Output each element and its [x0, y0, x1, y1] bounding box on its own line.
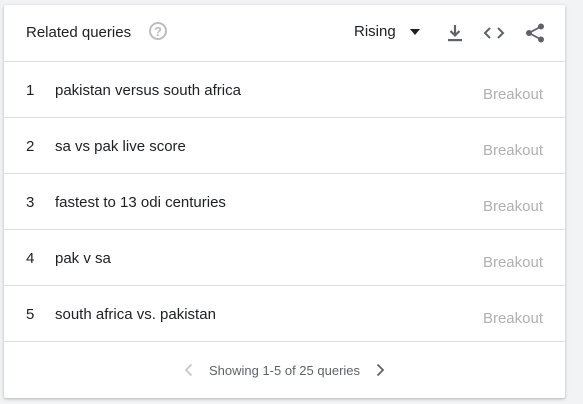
- related-queries-widget: Related queries ? Rising 1 pakistan vers…: [4, 5, 565, 398]
- rank-number: 3: [26, 194, 35, 211]
- trend-value: Breakout: [482, 142, 543, 159]
- trend-value: Breakout: [482, 198, 543, 215]
- query-text[interactable]: pak v sa: [55, 250, 111, 267]
- filter-dropdown-label: Rising: [354, 23, 396, 40]
- pagination: Showing 1-5 of 25 queries: [4, 342, 565, 398]
- widget-header: Related queries ? Rising: [4, 5, 565, 62]
- chevron-right-icon[interactable]: [372, 362, 388, 378]
- rank-number: 4: [26, 250, 35, 267]
- query-list: 1 pakistan versus south africa Breakout …: [4, 62, 565, 342]
- share-icon[interactable]: [524, 22, 546, 44]
- trend-value: Breakout: [482, 310, 543, 327]
- query-text[interactable]: fastest to 13 odi centuries: [55, 194, 226, 211]
- list-item[interactable]: 4 pak v sa Breakout: [4, 230, 565, 286]
- list-item[interactable]: 3 fastest to 13 odi centuries Breakout: [4, 174, 565, 230]
- chevron-left-icon[interactable]: [181, 362, 197, 378]
- download-icon[interactable]: [444, 22, 466, 44]
- trend-value: Breakout: [482, 86, 543, 103]
- rank-number: 1: [26, 82, 35, 99]
- list-item[interactable]: 2 sa vs pak live score Breakout: [4, 118, 565, 174]
- rank-number: 5: [26, 306, 35, 323]
- widget-title: Related queries: [26, 24, 132, 41]
- query-text[interactable]: sa vs pak live score: [55, 138, 186, 155]
- query-text[interactable]: south africa vs. pakistan: [55, 306, 216, 323]
- dropdown-caret-icon: [409, 28, 420, 35]
- embed-code-icon[interactable]: [483, 22, 505, 44]
- query-text[interactable]: pakistan versus south africa: [55, 82, 241, 99]
- pagination-text: Showing 1-5 of 25 queries: [208, 362, 361, 378]
- trend-value: Breakout: [482, 254, 543, 271]
- rank-number: 2: [26, 138, 35, 155]
- help-circle-icon[interactable]: ?: [149, 22, 167, 40]
- filter-dropdown[interactable]: Rising: [354, 23, 420, 40]
- list-item[interactable]: 1 pakistan versus south africa Breakout: [4, 62, 565, 118]
- list-item[interactable]: 5 south africa vs. pakistan Breakout: [4, 286, 565, 342]
